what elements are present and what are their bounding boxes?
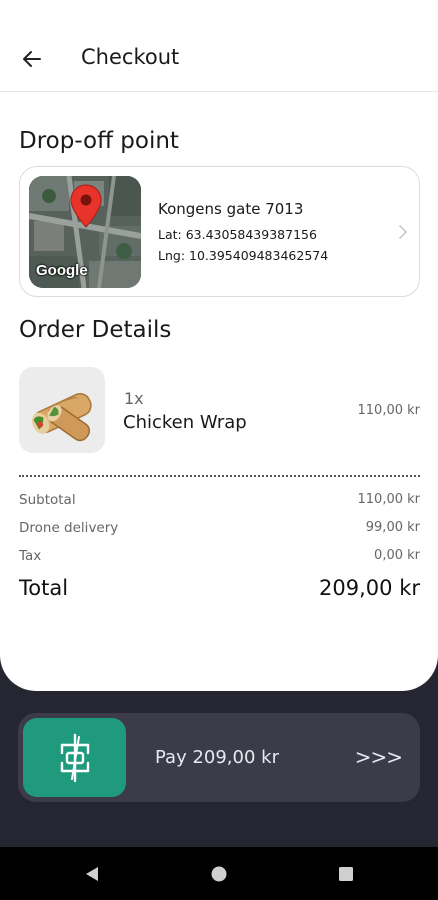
circle-home-icon bbox=[211, 866, 227, 882]
nav-recents-button[interactable] bbox=[336, 864, 356, 884]
pay-slider[interactable]: Pay 209,00 kr >>> bbox=[18, 713, 420, 802]
drone-icon bbox=[60, 733, 89, 782]
square-recents-icon bbox=[339, 867, 353, 881]
subtotal-value: 110,00 kr bbox=[357, 492, 421, 507]
drone-delivery-label: Drone delivery bbox=[19, 520, 119, 536]
item-price: 110,00 kr bbox=[357, 403, 421, 418]
total-value: 209,00 kr bbox=[319, 576, 420, 600]
drone-delivery-value: 99,00 kr bbox=[365, 520, 420, 535]
map-thumbnail[interactable]: Google bbox=[29, 176, 141, 288]
checkout-sheet: Checkout Drop-off point Google Kongens g… bbox=[0, 0, 438, 691]
nav-back-button[interactable] bbox=[82, 864, 102, 884]
nav-home-button[interactable] bbox=[209, 864, 229, 884]
map-pin-icon bbox=[70, 184, 102, 228]
dropoff-section-title: Drop-off point bbox=[19, 128, 179, 154]
pay-slider-handle[interactable] bbox=[23, 718, 126, 797]
wrap-food-image bbox=[19, 367, 105, 453]
item-quantity: 1x bbox=[124, 389, 144, 408]
back-button[interactable] bbox=[14, 42, 50, 76]
pay-label: Pay 209,00 kr bbox=[155, 747, 279, 768]
tax-value: 0,00 kr bbox=[374, 548, 420, 563]
slide-arrows-icon: >>> bbox=[354, 745, 403, 769]
subtotal-label: Subtotal bbox=[19, 492, 76, 508]
app-bar: Checkout bbox=[0, 0, 438, 92]
page-title: Checkout bbox=[81, 45, 180, 69]
item-name: Chicken Wrap bbox=[123, 412, 247, 433]
total-label: Total bbox=[19, 576, 69, 600]
dropoff-card[interactable]: Google Kongens gate 7013 Lat: 63.4305843… bbox=[19, 166, 420, 297]
order-details-title: Order Details bbox=[19, 317, 172, 343]
triangle-back-icon bbox=[86, 867, 98, 881]
system-nav-bar bbox=[0, 847, 438, 900]
dropoff-longitude: Lng: 10.395409483462574 bbox=[158, 248, 329, 263]
summary-divider bbox=[19, 475, 420, 477]
dropoff-address: Kongens gate 7013 bbox=[158, 200, 304, 218]
tax-label: Tax bbox=[19, 548, 42, 564]
arrow-left-icon bbox=[23, 51, 41, 67]
dropoff-latitude: Lat: 63.43058439387156 bbox=[158, 227, 317, 242]
google-logo: Google bbox=[36, 262, 88, 279]
chevron-right-icon bbox=[399, 225, 407, 239]
